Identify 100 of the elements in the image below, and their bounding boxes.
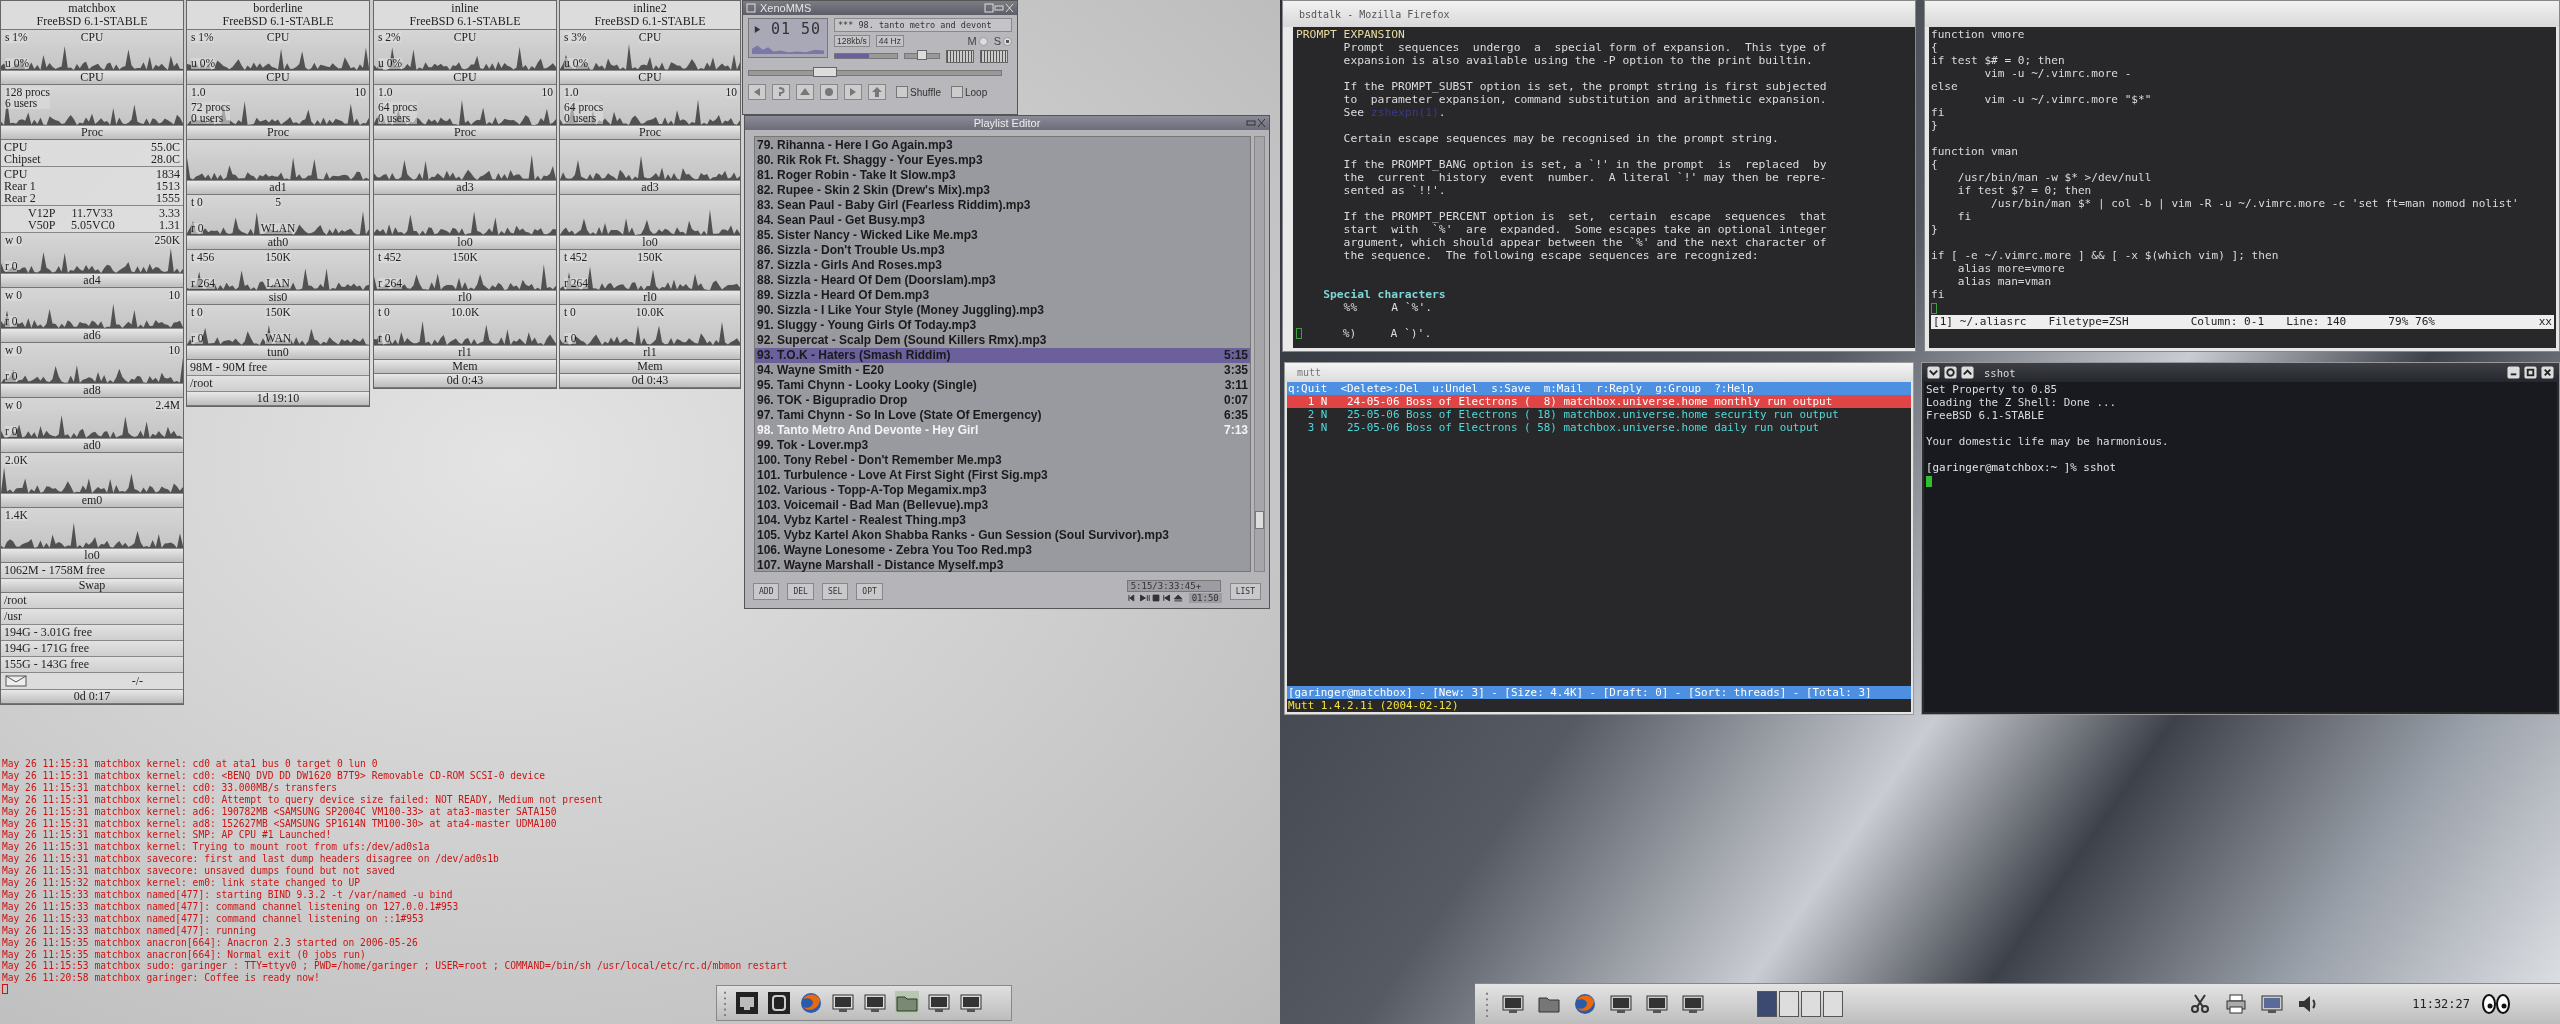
playlist-item[interactable]: 80. Rik Rok Ft. Shaggy - Your Eyes.mp3 bbox=[755, 153, 1250, 168]
channel-mode-radio[interactable] bbox=[978, 36, 988, 46]
eyes-icon[interactable] bbox=[2482, 994, 2510, 1014]
seek-slider[interactable] bbox=[748, 70, 1002, 76]
workspace-switcher[interactable] bbox=[1823, 991, 1843, 1017]
playlist-item[interactable]: 79. Rihanna - Here I Go Again.mp3 bbox=[755, 138, 1250, 153]
down-arrow-icon[interactable] bbox=[1927, 366, 1940, 379]
playlist-item[interactable]: 103. Voicemail - Bad Man (Bellevue).mp3 bbox=[755, 498, 1250, 513]
monitor-label: ad1 bbox=[187, 181, 369, 195]
playlist-item[interactable]: 100. Tony Rebel - Don't Remember Me.mp3 bbox=[755, 453, 1250, 468]
workspace-switcher[interactable] bbox=[1801, 991, 1821, 1017]
terminal-icon[interactable] bbox=[1609, 992, 1633, 1016]
printer-icon[interactable] bbox=[2224, 992, 2249, 1016]
playlist-item[interactable]: 97. Tami Chynn - So In Love (State Of Emergency) 6:35 bbox=[755, 408, 1250, 423]
channel-mode-radio[interactable] bbox=[1003, 36, 1012, 46]
monitor-label: ad0 bbox=[1, 439, 183, 453]
terminal-icon[interactable] bbox=[927, 991, 951, 1015]
song-title-display: *** 98. tanto metro and devont bbox=[834, 18, 1012, 32]
drag-handle-icon[interactable] bbox=[723, 989, 727, 1017]
playlist-item[interactable]: 106. Wayne Lonesome - Zebra You Too Red.mp3 bbox=[755, 543, 1250, 558]
mini-controls-icon[interactable] bbox=[1126, 592, 1185, 603]
playlist-item[interactable]: 104. Vybz Kartel - Realest Thing.mp3 bbox=[755, 513, 1250, 528]
playlist-item[interactable]: 107. Wayne Marshall - Distance Myself.mp3 bbox=[755, 558, 1250, 573]
monitor-icon[interactable] bbox=[2260, 992, 2285, 1016]
monitor-icon[interactable] bbox=[1501, 992, 1525, 1016]
playlist-item[interactable]: 86. Sizzla - Don't Trouble Us.mp3 bbox=[755, 243, 1250, 258]
terminal-icon[interactable] bbox=[863, 991, 887, 1015]
circle-icon[interactable] bbox=[1944, 366, 1957, 379]
playlist-item[interactable]: 87. Sizzla - Girls And Roses.mp3 bbox=[755, 258, 1250, 273]
scrollbar-thumb[interactable] bbox=[1255, 511, 1264, 529]
chart-label: t 452 bbox=[378, 252, 402, 263]
playlist-item[interactable]: 89. Sizzla - Heard Of Dem.mp3 bbox=[755, 288, 1250, 303]
message-row[interactable]: 2 N 25-05-06 Boss of Electrons ( 18) matchbox.universe.home security run output bbox=[1287, 408, 1911, 421]
playlist-item[interactable]: 94. Wayne Smith - E20 3:35 bbox=[755, 363, 1250, 378]
window-buttons-icon[interactable] bbox=[984, 3, 1014, 13]
chart-label: 1.0 bbox=[378, 87, 393, 98]
up-arrow-icon[interactable] bbox=[1961, 366, 1974, 379]
minimize-icon[interactable] bbox=[2507, 366, 2520, 379]
browser-icon[interactable] bbox=[799, 991, 823, 1015]
window-buttons-icon[interactable] bbox=[1246, 118, 1266, 128]
scrollbar[interactable] bbox=[1254, 136, 1265, 572]
playlist-item[interactable]: 90. Sizzla - I Like Your Style (Money Juggling).mp3 bbox=[755, 303, 1250, 318]
playlist-item[interactable]: 81. Roger Robin - Take It Slow.mp3 bbox=[755, 168, 1250, 183]
monitor-icon[interactable] bbox=[735, 991, 759, 1015]
workspace-switcher[interactable] bbox=[1779, 991, 1799, 1017]
list-button[interactable]: LIST bbox=[1229, 582, 1261, 600]
playlist-button[interactable]: ADD bbox=[753, 582, 780, 600]
chart-label: CPU bbox=[453, 32, 477, 43]
playlist-item[interactable]: 101. Turbulence - Love At First Sight (First Sig.mp3 bbox=[755, 468, 1250, 483]
terminal-icon[interactable] bbox=[959, 991, 983, 1015]
volume-slider[interactable] bbox=[834, 53, 898, 59]
folder-icon[interactable] bbox=[895, 991, 919, 1015]
envelope-icon[interactable] bbox=[5, 675, 27, 687]
balance-thumb[interactable] bbox=[917, 50, 927, 60]
maximize-icon[interactable] bbox=[2524, 366, 2537, 379]
playlist-item[interactable]: 92. Supercat - Scalp Dem (Sound Killers Rmx).mp3 bbox=[755, 333, 1250, 348]
playlist-item[interactable]: 83. Sean Paul - Baby Girl (Fearless Riddim).mp3 bbox=[755, 198, 1250, 213]
playlist-button[interactable]: DEL bbox=[787, 582, 814, 600]
equalizer-button[interactable] bbox=[946, 49, 974, 63]
next-icon[interactable] bbox=[844, 84, 862, 100]
playlist-toggle-button[interactable] bbox=[980, 49, 1008, 63]
playlist-item[interactable]: 95. Tami Chynn - Looky Looky (Single) 3:11 bbox=[755, 378, 1250, 393]
stop-icon[interactable] bbox=[820, 84, 838, 100]
eject-icon[interactable] bbox=[796, 84, 814, 100]
playlist-item[interactable]: 84. Sean Paul - Get Busy.mp3 bbox=[755, 213, 1250, 228]
previous-icon[interactable] bbox=[748, 84, 766, 100]
terminal-icon[interactable] bbox=[831, 991, 855, 1015]
workspace-switcher[interactable] bbox=[1757, 991, 1777, 1017]
terminal-icon[interactable] bbox=[1645, 992, 1669, 1016]
terminal-icon[interactable] bbox=[1681, 992, 1705, 1016]
chart-label: 10 bbox=[168, 345, 180, 356]
message-row[interactable]: 1 N 24-05-06 Boss of Electrons ( 8) matchbox.universe.home monthly run output bbox=[1287, 395, 1911, 408]
balance-slider[interactable] bbox=[904, 53, 940, 59]
seek-thumb[interactable] bbox=[812, 67, 837, 77]
chart-label: 150K bbox=[265, 307, 291, 318]
option-checkbox[interactable] bbox=[896, 86, 908, 98]
playlist-item[interactable]: 102. Various - Topp-A-Top Megamix.mp3 bbox=[755, 483, 1250, 498]
browser-icon[interactable] bbox=[1573, 992, 1597, 1016]
text-cursor bbox=[1296, 328, 1302, 339]
chart-label: w 0 bbox=[5, 400, 22, 411]
playlist-item[interactable]: 91. Sluggy - Young Girls Of Today.mp3 bbox=[755, 318, 1250, 333]
playlist-item[interactable]: 105. Vybz Kartel Akon Shabba Ranks - Gun Session (Soul Survivor).mp3 bbox=[755, 528, 1250, 543]
playlist-item[interactable]: 96. TOK - Bigupradio Drop 0:07 bbox=[755, 393, 1250, 408]
drag-handle-icon[interactable] bbox=[1485, 990, 1489, 1018]
playlist-item[interactable]: 82. Rupee - Skin 2 Skin (Drew's Mix).mp3 bbox=[755, 183, 1250, 198]
close-icon[interactable] bbox=[2541, 366, 2554, 379]
playlist-item[interactable]: 99. Tok - Lover.mp3 bbox=[755, 438, 1250, 453]
man-line: %% A `%'. bbox=[1342, 301, 1434, 314]
playlist-button[interactable]: OPT bbox=[856, 582, 883, 600]
window-menu-icon[interactable] bbox=[746, 3, 756, 13]
playlist-button[interactable]: SEL bbox=[821, 582, 849, 600]
playlist-item[interactable]: 85. Sister Nancy - Wicked Like Me.mp3 bbox=[755, 228, 1250, 243]
sensor-value: 1834 bbox=[156, 168, 180, 180]
option-checkbox[interactable] bbox=[950, 86, 963, 98]
chart-label: t 452 bbox=[564, 252, 588, 263]
playlist-item[interactable]: 88. Sizzla - Heard Of Dem (Doorslam).mp3 bbox=[755, 273, 1250, 288]
message-row[interactable]: 3 N 25-05-06 Boss of Electrons ( 58) matchbox.universe.home daily run output bbox=[1287, 421, 1911, 434]
log-line: May 26 11:15:31 matchbox kernel: cd0: <BENQ DVD DD DW1620 B7T9> Removable CD-ROM SCSI-0 device bbox=[2, 769, 546, 782]
terminal-icon[interactable] bbox=[767, 991, 791, 1015]
chart-label: r 0 bbox=[564, 333, 577, 344]
